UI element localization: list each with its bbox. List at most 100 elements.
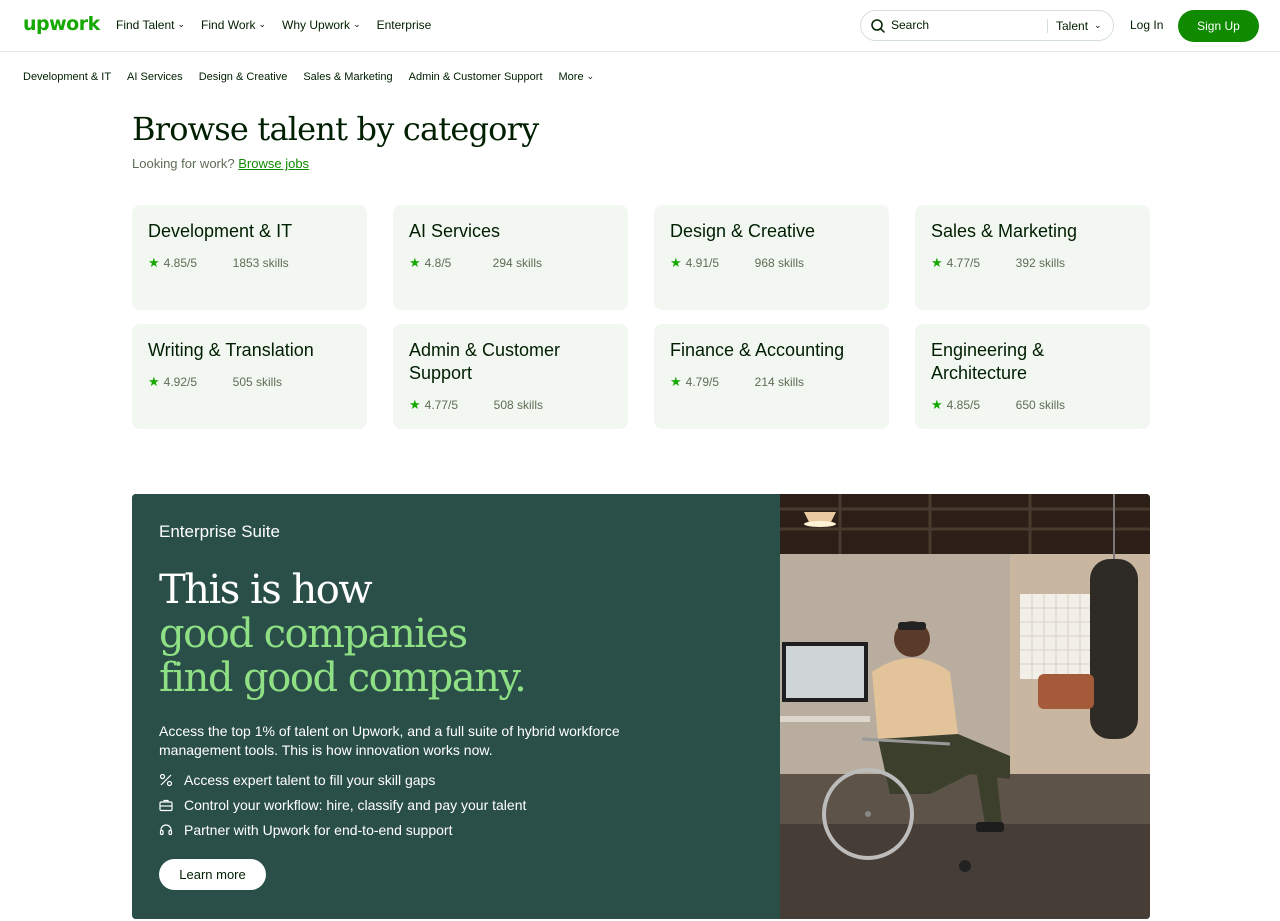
signup-button[interactable]: Sign Up	[1178, 10, 1259, 42]
category-card-sales-marketing[interactable]: Sales & Marketing ★ 4.77/5 392 skills	[915, 205, 1150, 310]
search-icon[interactable]	[870, 18, 886, 34]
category-meta: ★ 4.77/5 392 skills	[931, 255, 1065, 271]
headline-line-1: This is how	[159, 567, 373, 613]
category-rating: 4.77/5	[424, 398, 459, 412]
category-skills: 968 skills	[754, 256, 805, 270]
star-icon: ★	[409, 397, 421, 412]
star-icon: ★	[670, 255, 682, 270]
category-card-ai-services[interactable]: AI Services ★ 4.8/5 294 skills	[393, 205, 628, 310]
briefcase-icon	[159, 799, 173, 812]
nav-label: Enterprise	[376, 18, 432, 32]
feature-text: Control your workflow: hire, classify an…	[184, 797, 527, 813]
headline-line-3: find good company.	[159, 655, 527, 701]
category-meta: ★ 4.77/5 508 skills	[409, 397, 543, 413]
category-rating: 4.79/5	[685, 375, 720, 389]
chevron-down-icon: ⌄	[1094, 19, 1102, 30]
headset-icon	[159, 824, 173, 836]
category-skills: 505 skills	[232, 375, 283, 389]
category-meta: ★ 4.85/5 650 skills	[931, 397, 1065, 413]
category-rating: 4.85/5	[163, 256, 198, 270]
category-card-writing-translation[interactable]: Writing & Translation ★ 4.92/5 505 skills	[132, 324, 367, 429]
category-name: Sales & Marketing	[931, 221, 1078, 241]
chevron-down-icon: ⌄	[258, 18, 267, 29]
feature-text: Access expert talent to fill your skill …	[184, 772, 436, 788]
upwork-logo[interactable]: upwork	[23, 13, 100, 35]
enterprise-content: Enterprise Suite This is how good compan…	[132, 494, 780, 919]
category-card-design-creative[interactable]: Design & Creative ★ 4.91/5 968 skills	[654, 205, 889, 310]
nav-find-talent[interactable]: Find Talent ⌄	[116, 18, 185, 32]
category-meta: ★ 4.92/5 505 skills	[148, 374, 282, 390]
browse-jobs-link[interactable]: Browse jobs	[238, 156, 309, 171]
search-scope-select[interactable]: Talent ⌄	[1056, 19, 1102, 33]
percent-icon	[159, 773, 173, 787]
subnav-design-creative[interactable]: Design & Creative	[199, 71, 288, 83]
main-nav: Find Talent ⌄ Find Work ⌄ Why Upwork ⌄ Ente…	[116, 18, 447, 32]
category-subnav: Development & IT AI Services Design & Cr…	[23, 70, 610, 84]
star-icon: ★	[931, 255, 943, 270]
enterprise-description: Access the top 1% of talent on Upwork, a…	[159, 723, 620, 758]
category-card-admin-support[interactable]: Admin & Customer Support ★ 4.77/5 508 skil…	[393, 324, 628, 429]
category-name: Finance & Accounting	[670, 340, 845, 360]
subnav-sales-marketing[interactable]: Sales & Marketing	[303, 71, 392, 83]
category-name: Admin & Customer Support	[409, 340, 561, 383]
category-rating: 4.92/5	[163, 375, 198, 389]
search-divider	[1047, 19, 1048, 33]
category-meta: ★ 4.91/5 968 skills	[670, 255, 804, 271]
nav-find-work[interactable]: Find Work ⌄	[201, 18, 266, 32]
category-meta: ★ 4.85/5 1853 skills	[148, 255, 289, 271]
category-card-engineering-architecture[interactable]: Engineering & Architecture ★ 4.85/5 650 sk…	[915, 324, 1150, 429]
star-icon: ★	[670, 374, 682, 389]
category-rating: 4.77/5	[946, 256, 981, 270]
star-icon: ★	[931, 397, 943, 412]
category-skills: 1853 skills	[232, 256, 289, 270]
category-skills: 294 skills	[492, 256, 543, 270]
enterprise-headline: This is how good companies find good com…	[159, 567, 527, 701]
page-subtitle: Looking for work? Browse jobs	[132, 156, 309, 171]
category-rating: 4.85/5	[946, 398, 981, 412]
office-scene-image	[780, 494, 1150, 919]
enterprise-feature: Control your workflow: hire, classify an…	[159, 797, 526, 813]
enterprise-label: Enterprise Suite	[159, 522, 280, 541]
feature-text: Partner with Upwork for end-to-end suppo…	[184, 822, 453, 838]
nav-label: Why Upwork	[282, 18, 351, 32]
category-rating: 4.8/5	[424, 256, 452, 270]
subnav-more[interactable]: More ⌄	[558, 70, 595, 84]
search-input[interactable]	[891, 18, 1041, 32]
enterprise-feature: Access expert talent to fill your skill …	[159, 772, 435, 788]
category-skills: 214 skills	[754, 375, 805, 389]
learn-more-button[interactable]: Learn more	[159, 859, 266, 890]
category-skills: 392 skills	[1015, 256, 1066, 270]
category-card-development-it[interactable]: Development & IT ★ 4.85/5 1853 skills	[132, 205, 367, 310]
category-meta: ★ 4.79/5 214 skills	[670, 374, 804, 390]
nav-label: Find Work	[201, 18, 256, 32]
category-name: Engineering & Architecture	[931, 340, 1045, 383]
subtitle-text: Looking for work?	[132, 156, 235, 171]
enterprise-banner: Enterprise Suite This is how good compan…	[132, 494, 1150, 919]
chevron-down-icon: ⌄	[177, 18, 186, 29]
star-icon: ★	[148, 374, 160, 389]
subnav-ai-services[interactable]: AI Services	[127, 71, 183, 83]
subnav-development-it[interactable]: Development & IT	[23, 71, 111, 83]
enterprise-photo	[780, 494, 1150, 919]
star-icon: ★	[148, 255, 160, 270]
category-name: AI Services	[409, 221, 501, 241]
subnav-more-label: More	[558, 71, 584, 83]
enterprise-feature: Partner with Upwork for end-to-end suppo…	[159, 822, 452, 838]
category-name: Writing & Translation	[148, 340, 314, 360]
chevron-down-icon: ⌄	[586, 70, 595, 81]
category-skills: 508 skills	[493, 398, 544, 412]
category-skills: 650 skills	[1015, 398, 1066, 412]
site-header: upwork Find Talent ⌄ Find Work ⌄ Why Upwor…	[0, 0, 1280, 52]
search-scope-label: Talent	[1056, 19, 1089, 33]
nav-why-upwork[interactable]: Why Upwork ⌄	[282, 18, 361, 32]
category-rating: 4.91/5	[685, 256, 720, 270]
subnav-admin-support[interactable]: Admin & Customer Support	[409, 71, 543, 83]
star-icon: ★	[409, 255, 421, 270]
nav-enterprise[interactable]: Enterprise	[377, 18, 432, 32]
category-meta: ★ 4.8/5 294 skills	[409, 255, 542, 271]
page-title: Browse talent by category	[132, 110, 539, 148]
search-bar: Talent ⌄	[860, 10, 1114, 41]
category-name: Development & IT	[148, 221, 293, 241]
category-card-finance-accounting[interactable]: Finance & Accounting ★ 4.79/5 214 skills	[654, 324, 889, 429]
login-link[interactable]: Log In	[1130, 18, 1163, 32]
